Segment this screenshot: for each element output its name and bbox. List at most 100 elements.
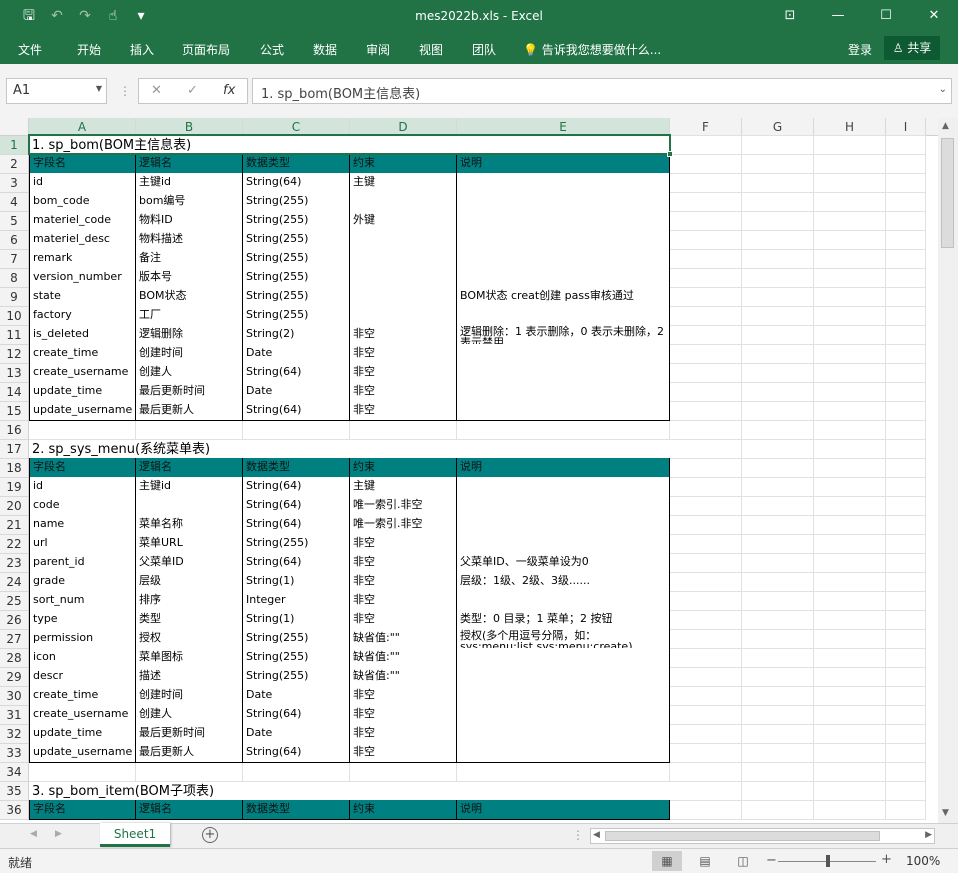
tab-page-layout[interactable]: 页面布局 — [182, 41, 230, 58]
zoom-level[interactable]: 100% — [906, 854, 940, 868]
cell-data-type[interactable]: String(1) — [243, 572, 350, 592]
cell-constraint[interactable]: 非空 — [350, 610, 457, 630]
row-header-2[interactable]: 2 — [0, 155, 28, 174]
cell-constraint[interactable]: 唯一索引.非空 — [350, 496, 457, 516]
tell-me-search[interactable]: 💡 告诉我您想要做什么... — [523, 41, 661, 58]
row-header-29[interactable]: 29 — [0, 668, 28, 687]
cell-constraint[interactable] — [350, 287, 457, 307]
cell-constraint[interactable]: 主键 — [350, 477, 457, 497]
cell-description[interactable] — [457, 743, 670, 763]
row-header-3[interactable]: 3 — [0, 174, 28, 193]
scroll-down-icon[interactable]: ▼ — [942, 808, 949, 818]
cell-field-name[interactable]: create_username — [29, 705, 136, 725]
header-cell-constraint[interactable]: 约束 — [350, 154, 457, 174]
column-header-g[interactable]: G — [742, 118, 814, 136]
row-header-12[interactable]: 12 — [0, 345, 28, 364]
row-header-10[interactable]: 10 — [0, 307, 28, 326]
cell-logical-name[interactable]: 主键id — [136, 173, 243, 193]
cell-constraint[interactable] — [350, 249, 457, 269]
cell-field-name[interactable]: version_number — [29, 268, 136, 288]
cell-logical-name[interactable]: 物料ID — [136, 211, 243, 231]
cell-description[interactable] — [457, 306, 670, 326]
cell-constraint[interactable]: 缺省值:"" — [350, 667, 457, 687]
row-header-7[interactable]: 7 — [0, 250, 28, 269]
row-header-30[interactable]: 30 — [0, 687, 28, 706]
cell-field-name[interactable]: materiel_code — [29, 211, 136, 231]
cell-data-type[interactable]: String(64) — [243, 743, 350, 763]
cell-field-name[interactable]: parent_id — [29, 553, 136, 573]
zoom-slider-thumb[interactable] — [826, 855, 830, 867]
cell-description[interactable] — [457, 705, 670, 725]
row-header-24[interactable]: 24 — [0, 573, 28, 592]
cell-data-type[interactable]: String(255) — [243, 192, 350, 212]
cell-constraint[interactable]: 缺省值:"" — [350, 648, 457, 668]
cell-data-type[interactable]: String(64) — [243, 496, 350, 516]
minimize-icon[interactable]: — — [814, 0, 862, 32]
cell-logical-name[interactable]: 父菜单ID — [136, 553, 243, 573]
cell-data-type[interactable]: Date — [243, 686, 350, 706]
cell-field-name[interactable]: sort_num — [29, 591, 136, 611]
row-header-27[interactable]: 27 — [0, 630, 28, 649]
cell-logical-name[interactable]: BOM状态 — [136, 287, 243, 307]
enter-icon[interactable]: ✓ — [187, 83, 198, 98]
cell-data-type[interactable]: String(255) — [243, 648, 350, 668]
cell-field-name[interactable]: remark — [29, 249, 136, 269]
cell-data-type[interactable]: String(255) — [243, 629, 350, 649]
maximize-icon[interactable]: ☐ — [862, 0, 910, 32]
row-header-1[interactable]: 1 — [0, 136, 28, 155]
cell-logical-name[interactable]: 最后更新时间 — [136, 382, 243, 402]
row-header-32[interactable]: 32 — [0, 725, 28, 744]
row-header-11[interactable]: 11 — [0, 326, 28, 345]
row-header-6[interactable]: 6 — [0, 231, 28, 250]
row-header-9[interactable]: 9 — [0, 288, 28, 307]
cell-data-type[interactable]: String(64) — [243, 515, 350, 535]
tab-file[interactable]: 文件 — [18, 41, 42, 58]
scroll-thumb[interactable] — [941, 138, 954, 248]
row-header-36[interactable]: 36 — [0, 801, 28, 820]
cell-constraint[interactable]: 外键 — [350, 211, 457, 231]
page-break-preview-icon[interactable]: ◫ — [728, 851, 758, 871]
zoom-in-icon[interactable]: + — [881, 852, 892, 867]
cell-field-name[interactable]: name — [29, 515, 136, 535]
cell-data-type[interactable]: String(64) — [243, 401, 350, 421]
cell-description[interactable]: 父菜单ID、一级菜单设为0 — [457, 553, 670, 573]
row-header-28[interactable]: 28 — [0, 649, 28, 668]
cell-logical-name[interactable]: 备注 — [136, 249, 243, 269]
close-icon[interactable]: ✕ — [910, 0, 958, 32]
cell-field-name[interactable]: update_time — [29, 382, 136, 402]
cell-data-type[interactable]: String(255) — [243, 268, 350, 288]
formula-input[interactable]: 1. sp_bom(BOM主信息表) ⌄ — [252, 78, 952, 104]
cell-data-type[interactable]: String(64) — [243, 173, 350, 193]
cell-logical-name[interactable]: 最后更新人 — [136, 743, 243, 763]
cell-data-type[interactable]: String(64) — [243, 477, 350, 497]
cell-field-name[interactable]: update_username — [29, 743, 136, 763]
share-button[interactable]: ♙ 共享 — [884, 36, 940, 60]
cell-logical-name[interactable]: 菜单名称 — [136, 515, 243, 535]
cell-field-name[interactable]: descr — [29, 667, 136, 687]
row-header-8[interactable]: 8 — [0, 269, 28, 288]
insert-function-icon[interactable]: fx — [223, 83, 235, 98]
cell-logical-name[interactable]: 创建时间 — [136, 686, 243, 706]
cell-field-name[interactable]: id — [29, 477, 136, 497]
row-header-19[interactable]: 19 — [0, 478, 28, 497]
cell-field-name[interactable]: materiel_desc — [29, 230, 136, 250]
cell-field-name[interactable]: bom_code — [29, 192, 136, 212]
cell-logical-name[interactable]: 创建人 — [136, 363, 243, 383]
cell-constraint[interactable]: 唯一索引.非空 — [350, 515, 457, 535]
cell-logical-name[interactable]: 创建人 — [136, 705, 243, 725]
cell-field-name[interactable]: type — [29, 610, 136, 630]
page-layout-icon[interactable]: ▤ — [690, 851, 720, 871]
cell-field-name[interactable]: create_time — [29, 344, 136, 364]
cell-field-name[interactable]: grade — [29, 572, 136, 592]
cell-data-type[interactable]: Integer — [243, 591, 350, 611]
cell-field-name[interactable]: create_username — [29, 363, 136, 383]
cell-constraint[interactable]: 非空 — [350, 572, 457, 592]
cell-data-type[interactable]: Date — [243, 724, 350, 744]
cell-constraint[interactable]: 非空 — [350, 325, 457, 345]
cell-data-type[interactable]: String(255) — [243, 230, 350, 250]
row-header-21[interactable]: 21 — [0, 516, 28, 535]
cell-field-name[interactable]: url — [29, 534, 136, 554]
cell-description[interactable] — [457, 515, 670, 535]
tab-data[interactable]: 数据 — [313, 41, 337, 58]
normal-view-icon[interactable]: ▦ — [652, 851, 682, 871]
